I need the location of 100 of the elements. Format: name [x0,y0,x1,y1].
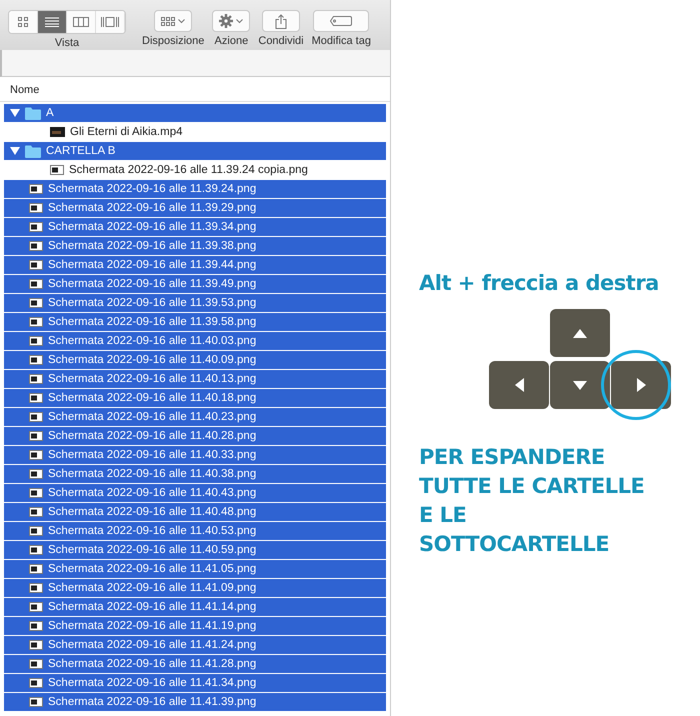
toolbar-button[interactable] [154,10,192,32]
file-name: Schermata 2022-09-16 alle 11.40.18.png [48,392,256,404]
image-file-icon [29,241,43,251]
file-name: Schermata 2022-09-16 alle 11.40.23.png [48,411,256,423]
view-mode-button[interactable] [96,11,125,33]
toolbar-button[interactable] [313,10,370,32]
image-file-icon [29,621,43,631]
expanded-triangle-icon[interactable] [10,109,20,117]
file-row[interactable]: Schermata 2022-09-16 alle 11.40.48.png [4,503,386,521]
tag-icon [330,16,352,26]
image-file-icon [29,450,43,460]
image-file-icon [29,697,43,707]
share-icon [275,14,287,28]
file-row[interactable]: Schermata 2022-09-16 alle 11.41.05.png [4,560,386,578]
image-file-icon [29,374,43,384]
file-name: Schermata 2022-09-16 alle 11.39.58.png [48,316,256,328]
file-row[interactable]: Schermata 2022-09-16 alle 11.41.19.png [4,617,386,635]
image-file-icon [29,640,43,650]
up-arrow-icon [573,328,587,338]
file-row[interactable]: Schermata 2022-09-16 alle 11.39.44.png [4,256,386,274]
file-name: Schermata 2022-09-16 alle 11.40.53.png [48,525,256,537]
file-row[interactable]: Schermata 2022-09-16 alle 11.40.43.png [4,484,386,502]
file-name: Schermata 2022-09-16 alle 11.40.09.png [48,354,256,366]
file-row[interactable]: Schermata 2022-09-16 alle 11.40.38.png [4,465,386,483]
file-row[interactable]: Schermata 2022-09-16 alle 11.39.38.png [4,237,386,255]
image-file-icon [29,317,43,327]
image-file-icon [29,336,43,346]
file-name: Schermata 2022-09-16 alle 11.40.43.png [48,487,256,499]
file-row[interactable]: Schermata 2022-09-16 alle 11.39.29.png [4,199,386,217]
grid-icon [161,16,176,26]
image-file-icon [29,678,43,688]
file-name: Schermata 2022-09-16 alle 11.41.05.png [48,563,256,575]
folder-icon [25,106,41,120]
file-name: Schermata 2022-09-16 alle 11.39.29.png [48,202,256,214]
file-row[interactable]: Schermata 2022-09-16 alle 11.40.28.png [4,427,386,445]
file-name: Schermata 2022-09-16 alle 11.40.33.png [48,449,256,461]
left-arrow-icon [514,378,524,392]
file-row[interactable]: Schermata 2022-09-16 alle 11.41.28.png [4,655,386,673]
file-row[interactable]: Gli Eterni di Aikia.mp4 [4,123,386,141]
file-name: Schermata 2022-09-16 alle 11.40.28.png [48,430,256,442]
file-name: Schermata 2022-09-16 alle 11.40.13.png [48,373,256,385]
file-row[interactable]: Schermata 2022-09-16 alle 11.40.03.png [4,332,386,350]
image-file-icon [29,545,43,555]
list-view-icon [45,17,59,27]
image-file-icon [29,412,43,422]
file-row[interactable]: Schermata 2022-09-16 alle 11.40.09.png [4,351,386,369]
image-file-icon [29,260,43,270]
file-name: Schermata 2022-09-16 alle 11.39.38.png [48,240,256,252]
file-row[interactable]: Schermata 2022-09-16 alle 11.40.33.png [4,446,386,464]
image-file-icon [29,203,43,213]
file-row[interactable]: Schermata 2022-09-16 alle 11.40.53.png [4,522,386,540]
file-row[interactable]: Schermata 2022-09-16 alle 11.41.39.png [4,693,386,711]
image-file-icon [29,526,43,536]
expanded-triangle-icon[interactable] [10,147,20,155]
file-row[interactable]: Schermata 2022-09-16 alle 11.40.23.png [4,408,386,426]
toolbar-label: Modifica tag [312,35,371,47]
file-row[interactable]: Schermata 2022-09-16 alle 11.39.53.png [4,294,386,312]
image-file-icon [29,431,43,441]
right-arrow-icon [636,378,646,392]
file-row[interactable]: Schermata 2022-09-16 alle 11.40.13.png [4,370,386,388]
view-mode-control[interactable] [8,10,126,34]
file-row[interactable]: Schermata 2022-09-16 alle 11.40.18.png [4,389,386,407]
file-name: Schermata 2022-09-16 alle 11.41.24.png [48,639,256,651]
file-name: A [46,107,54,119]
file-row[interactable]: Schermata 2022-09-16 alle 11.41.24.png [4,636,386,654]
image-file-icon [29,279,43,289]
file-name: Schermata 2022-09-16 alle 11.39.34.png [48,221,256,233]
file-row[interactable]: Schermata 2022-09-16 alle 11.41.14.png [4,598,386,616]
toolbar-label: Disposizione [142,35,204,47]
image-file-icon [29,355,43,365]
toolbar-button[interactable] [212,10,250,32]
file-name: Schermata 2022-09-16 alle 11.39.24 copia.png [69,164,308,176]
file-name: Schermata 2022-09-16 alle 11.39.24.png [48,183,256,195]
chevron-icon [236,18,244,24]
file-row[interactable]: Schermata 2022-09-16 alle 11.39.49.png [4,275,386,293]
file-row[interactable]: Schermata 2022-09-16 alle 11.41.09.png [4,579,386,597]
view-mode-button[interactable] [9,11,38,33]
file-row[interactable]: Schermata 2022-09-16 alle 11.40.59.png [4,541,386,559]
file-row[interactable]: CARTELLA B [4,142,386,160]
chevron-icon [178,18,186,24]
caption-text: PER ESPANDERE TUTTE LE CARTELLE E LE SOTTOCARTELLE [419,444,646,558]
file-row[interactable]: Schermata 2022-09-16 alle 11.39.34.png [4,218,386,236]
file-name: Schermata 2022-09-16 alle 11.40.59.png [48,544,256,556]
column-header[interactable]: Nome [0,79,390,102]
image-file-icon [29,184,43,194]
gallery-view-icon [101,17,119,27]
file-name: Schermata 2022-09-16 alle 11.41.39.png [48,696,256,708]
file-row[interactable]: Schermata 2022-09-16 alle 11.41.34.png [4,674,386,692]
file-name: Schermata 2022-09-16 alle 11.41.19.png [48,620,256,632]
file-name: Schermata 2022-09-16 alle 11.41.28.png [48,658,256,670]
file-row[interactable]: Schermata 2022-09-16 alle 11.39.24.png [4,180,386,198]
toolbar-button[interactable] [262,10,300,32]
file-name: Schermata 2022-09-16 alle 11.41.14.png [48,601,256,613]
view-mode-button[interactable] [67,11,96,33]
image-file-icon [29,564,43,574]
file-row[interactable]: Schermata 2022-09-16 alle 11.39.58.png [4,313,386,331]
file-row[interactable]: A [4,104,386,122]
file-row[interactable]: Schermata 2022-09-16 alle 11.39.24 copia.png [4,161,386,179]
image-file-icon [29,488,43,498]
view-mode-button[interactable] [38,11,67,33]
